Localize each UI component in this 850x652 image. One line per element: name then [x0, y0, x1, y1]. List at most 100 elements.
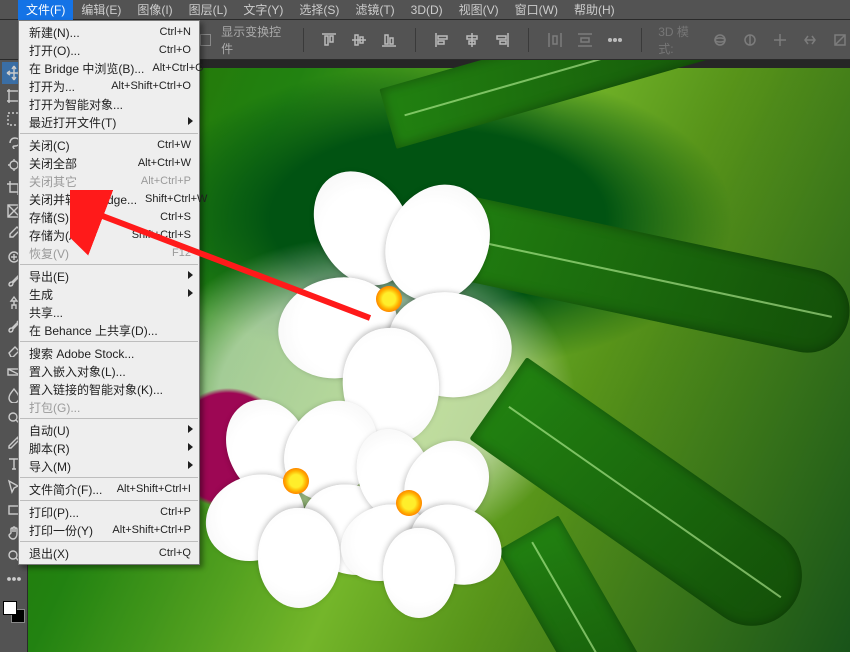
menu-item-label: 新建(N)... — [29, 24, 152, 41]
file-menu-item[interactable]: 导出(E) — [19, 267, 199, 285]
menu-item-label: 恢复(V) — [29, 245, 164, 262]
file-menu-item[interactable]: 关闭并转到 Bridge...Shift+Ctrl+W — [19, 190, 199, 208]
menu-item-label: 生成 — [29, 286, 191, 303]
separator — [415, 28, 416, 52]
file-menu-item[interactable]: 打开(O)...Ctrl+O — [19, 41, 199, 59]
3d-orbit-icon[interactable] — [710, 29, 730, 51]
menu-v[interactable]: 视图(V) — [451, 0, 507, 20]
menu-w[interactable]: 窗口(W) — [507, 0, 566, 20]
menu-item-label: 最近打开文件(T) — [29, 114, 191, 131]
align-right-edges-icon[interactable] — [492, 29, 512, 51]
menu-item-shortcut: Shift+Ctrl+W — [145, 193, 207, 205]
file-menu-item[interactable]: 脚本(R) — [19, 439, 199, 457]
file-menu-item[interactable]: 打开为智能对象... — [19, 95, 199, 113]
menubar: 文件(F)编辑(E)图像(I)图层(L)文字(Y)选择(S)滤镜(T)3D(D)… — [0, 0, 850, 20]
menu-item-shortcut: Alt+Shift+Ctrl+P — [112, 524, 191, 536]
separator — [303, 28, 304, 52]
menu-item-shortcut: Ctrl+Q — [159, 547, 191, 559]
menu-item-label: 存储为(A)... — [29, 227, 124, 244]
show-transform-checkbox[interactable] — [200, 34, 211, 46]
file-menu-item[interactable]: 置入嵌入对象(L)... — [19, 362, 199, 380]
menu-e[interactable]: 编辑(E) — [73, 0, 129, 20]
menu-l[interactable]: 图层(L) — [181, 0, 236, 20]
file-menu-item[interactable]: 文件简介(F)... Alt+Shift+Ctrl+I — [19, 480, 199, 498]
menu-item-label: 打开为智能对象... — [29, 96, 191, 113]
menu-y[interactable]: 文字(Y) — [235, 0, 291, 20]
file-menu-item[interactable]: 最近打开文件(T) — [19, 113, 199, 131]
menu-item-label: 置入链接的智能对象(K)... — [29, 381, 191, 398]
file-menu-item[interactable]: 自动(U) — [19, 421, 199, 439]
file-menu-item[interactable]: 共享... — [19, 303, 199, 321]
align-bottom-edges-icon[interactable] — [379, 29, 399, 51]
menu-item-shortcut: F12 — [172, 247, 191, 259]
menu-item-label: 打开(O)... — [29, 42, 151, 59]
align-vcenter-icon[interactable] — [349, 29, 369, 51]
menu-item-shortcut: Alt+Ctrl+W — [138, 157, 191, 169]
file-menu-item[interactable]: 导入(M) — [19, 457, 199, 475]
menu-item-label: 置入嵌入对象(L)... — [29, 363, 191, 380]
submenu-arrow-icon — [188, 271, 193, 279]
menu-item-shortcut: Alt+Shift+Ctrl+I — [117, 483, 191, 495]
submenu-arrow-icon — [188, 425, 193, 433]
menu-item-shortcut: Alt+Ctrl+O — [152, 62, 203, 74]
file-menu-item[interactable]: 在 Bridge 中浏览(B)...Alt+Ctrl+O — [19, 59, 199, 77]
align-top-edges-icon[interactable] — [319, 29, 339, 51]
menu-item-label: 共享... — [29, 304, 191, 321]
menu-item-shortcut: Ctrl+N — [160, 26, 191, 38]
menu-item-label: 关闭并转到 Bridge... — [29, 191, 137, 208]
file-menu-item[interactable]: 关闭(C)Ctrl+W — [19, 136, 199, 154]
distribute-v-icon[interactable] — [575, 29, 595, 51]
menu-h[interactable]: 帮助(H) — [566, 0, 623, 20]
menu-item-label: 打印一份(Y) — [29, 522, 104, 539]
3d-scale-icon[interactable] — [830, 29, 850, 51]
align-hcenter-icon[interactable] — [462, 29, 482, 51]
submenu-arrow-icon — [188, 461, 193, 469]
file-menu-item[interactable]: 存储为(A)...Shift+Ctrl+S — [19, 226, 199, 244]
color-swatch[interactable] — [3, 601, 25, 623]
menu-item-shortcut: Alt+Shift+Ctrl+O — [111, 80, 191, 92]
menu-item-label: 打印(P)... — [29, 504, 152, 521]
3d-roll-icon[interactable] — [740, 29, 760, 51]
menu-item-label: 关闭其它 — [29, 173, 133, 190]
file-menu-item[interactable]: 打印(P)... Ctrl+P — [19, 503, 199, 521]
menu-item-label: 导出(E) — [29, 268, 191, 285]
submenu-arrow-icon — [188, 289, 193, 297]
menu-item-label: 退出(X) — [29, 545, 151, 562]
file-menu-item[interactable]: 打开为...Alt+Shift+Ctrl+O — [19, 77, 199, 95]
menu-item-label: 在 Bridge 中浏览(B)... — [29, 60, 144, 77]
menu-3dd[interactable]: 3D(D) — [403, 0, 451, 20]
file-menu-item[interactable]: 新建(N)... Ctrl+N — [19, 23, 199, 41]
menu-item-label: 文件简介(F)... — [29, 481, 109, 498]
submenu-arrow-icon — [188, 443, 193, 451]
menu-item-shortcut: Ctrl+P — [160, 506, 191, 518]
file-menu-item[interactable]: 在 Behance 上共享(D)... — [19, 321, 199, 339]
file-menu-item: 打包(G)... — [19, 398, 199, 416]
more-align-icon[interactable] — [605, 29, 625, 51]
file-menu-item[interactable]: 关闭全部 Alt+Ctrl+W — [19, 154, 199, 172]
tool-edit-toolbar[interactable] — [2, 568, 26, 590]
menu-item-label: 导入(M) — [29, 458, 191, 475]
file-menu-item: 恢复(V) F12 — [19, 244, 199, 262]
file-menu-item[interactable]: 打印一份(Y) Alt+Shift+Ctrl+P — [19, 521, 199, 539]
menu-item-label: 搜索 Adobe Stock... — [29, 345, 191, 362]
file-menu-item[interactable]: 退出(X) Ctrl+Q — [19, 544, 199, 562]
file-menu-item[interactable]: 搜索 Adobe Stock... — [19, 344, 199, 362]
3d-slide-icon[interactable] — [800, 29, 820, 51]
menu-item-shortcut: Alt+Ctrl+P — [141, 175, 191, 187]
menu-s[interactable]: 选择(S) — [291, 0, 347, 20]
align-left-edges-icon[interactable] — [432, 29, 452, 51]
separator — [641, 28, 642, 52]
show-transform-label: 显示变换控件 — [221, 23, 286, 57]
menu-t[interactable]: 滤镜(T) — [347, 0, 402, 20]
file-menu-item[interactable]: 置入链接的智能对象(K)... — [19, 380, 199, 398]
distribute-h-icon[interactable] — [545, 29, 565, 51]
menu-item-label: 打包(G)... — [29, 399, 191, 416]
file-menu-item[interactable]: 生成 — [19, 285, 199, 303]
3d-pan-icon[interactable] — [770, 29, 790, 51]
separator — [528, 28, 529, 52]
file-menu-item[interactable]: 存储(S)Ctrl+S — [19, 208, 199, 226]
menu-i[interactable]: 图像(I) — [129, 0, 180, 20]
menu-f[interactable]: 文件(F) — [18, 0, 73, 20]
menu-item-label: 存储(S) — [29, 209, 152, 226]
menu-item-label: 关闭全部 — [29, 155, 130, 172]
